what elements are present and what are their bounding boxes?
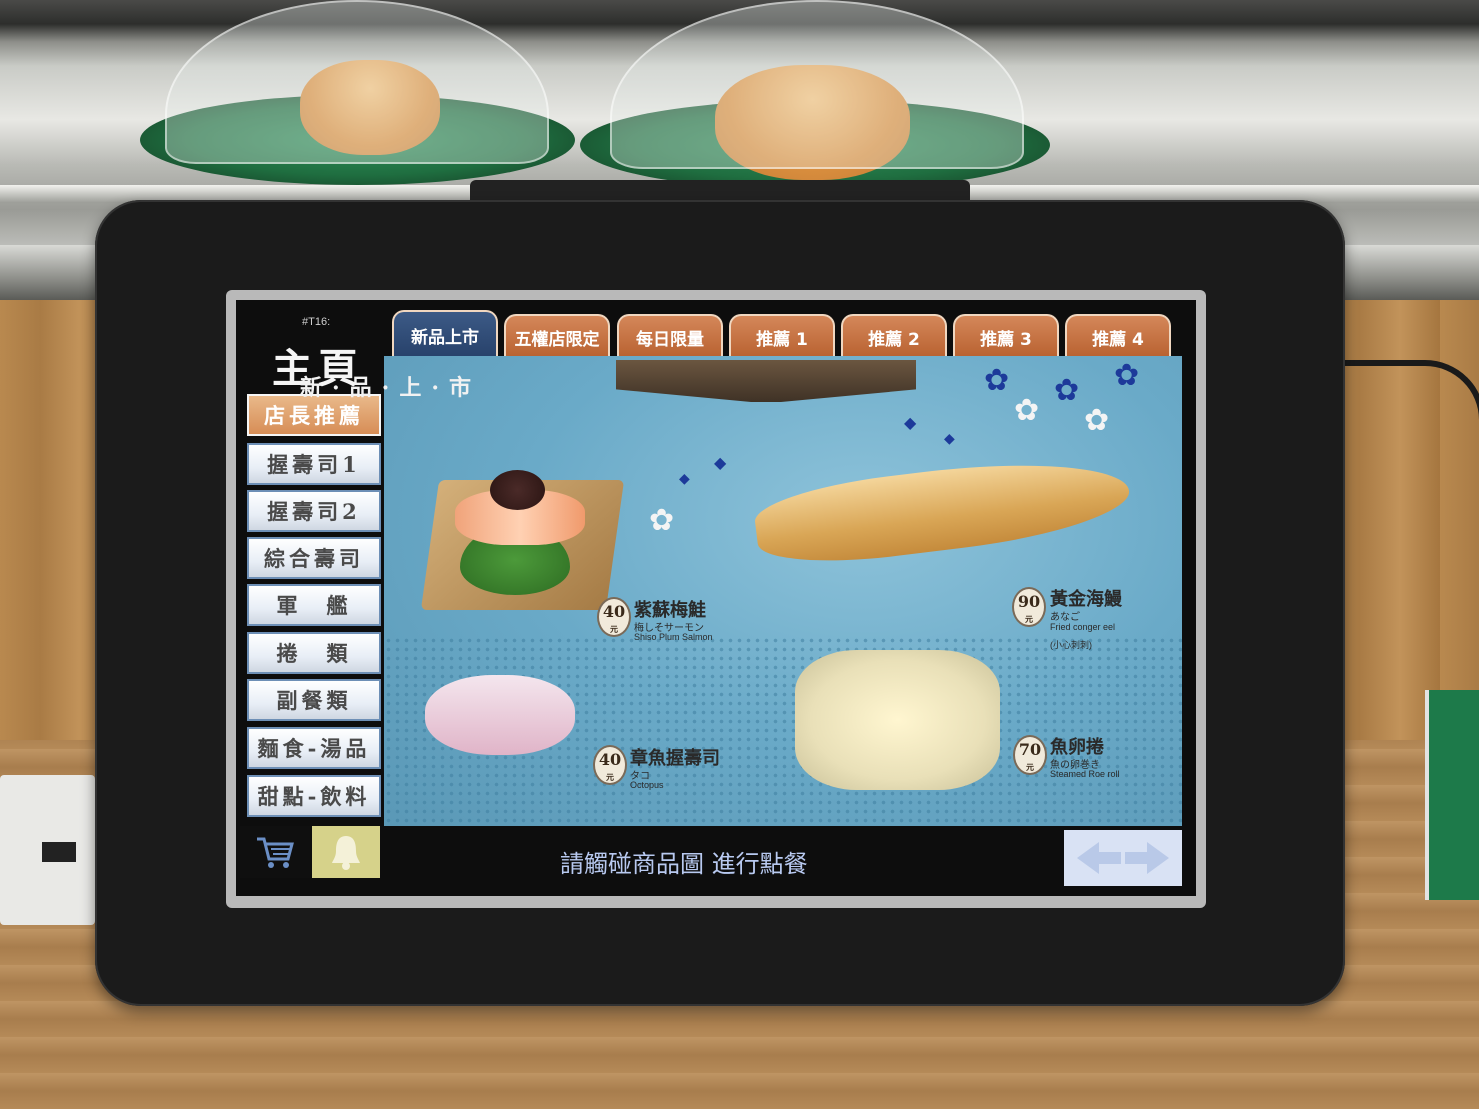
tab-new-arrivals[interactable]: 新品上市 bbox=[392, 310, 498, 358]
price-badge: 70 元 bbox=[1013, 735, 1047, 775]
product-name-en: Shiso Plum Salmon bbox=[634, 632, 713, 642]
sidebar-item-nigiri-2[interactable]: 握壽司2 bbox=[247, 490, 381, 532]
product-note: (小心刺刺) bbox=[1050, 640, 1092, 650]
sidebar-item-sides[interactable]: 副餐類 bbox=[247, 679, 381, 721]
flower-icon: ✿ bbox=[984, 364, 1010, 397]
food-roe bbox=[490, 470, 545, 510]
petal-icon: ◆ bbox=[679, 470, 690, 486]
product-image-roe-roll[interactable] bbox=[795, 650, 1000, 790]
product-image-octopus[interactable] bbox=[425, 675, 575, 755]
sidebar-item-rolls[interactable]: 捲 類 bbox=[247, 632, 381, 674]
flower-icon: ✿ bbox=[1084, 404, 1110, 437]
product-name-en: Steamed Roe roll bbox=[1050, 769, 1120, 779]
cart-icon bbox=[257, 837, 294, 868]
price-badge: 40 元 bbox=[597, 597, 631, 637]
flower-icon: ✿ bbox=[1114, 359, 1140, 392]
socket-hole bbox=[42, 842, 76, 862]
petal-icon: ◆ bbox=[714, 455, 727, 472]
tab-store-limited[interactable]: 五權店限定 bbox=[504, 314, 610, 358]
product-name-jp: あなご bbox=[1050, 612, 1080, 623]
order-hint: 請觸碰商品圖 進行點餐 bbox=[560, 850, 808, 878]
tab-daily-limited[interactable]: 每日限量 bbox=[617, 314, 723, 358]
petal-icon: ◆ bbox=[944, 430, 955, 446]
banner-ribbon bbox=[616, 360, 916, 402]
call-staff-button[interactable] bbox=[312, 826, 380, 878]
sidebar-item-dessert-drinks[interactable]: 甜點-飲料 bbox=[247, 775, 381, 817]
price-badge: 40 元 bbox=[593, 745, 627, 785]
sidebar-item-noodles-soup[interactable]: 麵食-湯品 bbox=[247, 727, 381, 769]
tab-recommend-1[interactable]: 推薦 1 bbox=[729, 314, 835, 358]
product-name-en: Fried conger eel bbox=[1050, 622, 1116, 632]
product-name-en: Octopus bbox=[630, 780, 664, 790]
price-badge: 90 元 bbox=[1012, 587, 1046, 627]
tab-recommend-2[interactable]: 推薦 2 bbox=[841, 314, 947, 358]
left-right-arrows-icon bbox=[1077, 842, 1169, 874]
flower-icon: ✿ bbox=[1014, 394, 1040, 427]
tab-recommend-3[interactable]: 推薦 3 bbox=[953, 314, 1059, 358]
table-id: #T16: bbox=[302, 316, 331, 328]
flower-icon: ✿ bbox=[1054, 374, 1080, 407]
sidebar-item-assorted[interactable]: 綜合壽司 bbox=[247, 537, 381, 579]
page-nav-button[interactable] bbox=[1064, 830, 1182, 886]
power-cable bbox=[1340, 360, 1479, 786]
banner-title: 新·品·上·市 bbox=[300, 375, 481, 401]
flower-icon: ✿ bbox=[649, 504, 675, 537]
sidebar-item-gunkan[interactable]: 軍 艦 bbox=[247, 584, 381, 626]
bell-icon bbox=[332, 836, 360, 870]
petal-icon: ◆ bbox=[904, 415, 917, 432]
cart-button[interactable] bbox=[240, 826, 310, 878]
sidebar-item-nigiri-1[interactable]: 握壽司1 bbox=[247, 443, 381, 485]
tab-recommend-4[interactable]: 推薦 4 bbox=[1065, 314, 1171, 358]
